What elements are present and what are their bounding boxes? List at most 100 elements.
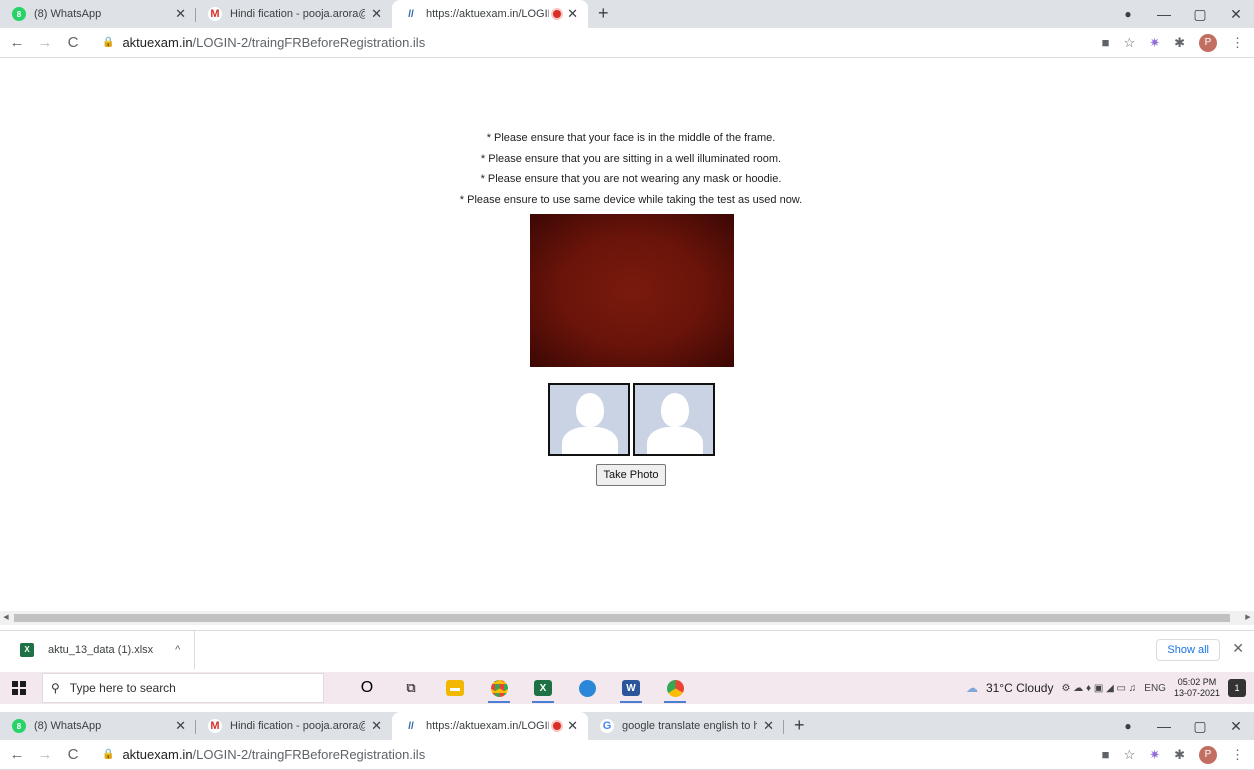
close-icon[interactable]: ✕	[763, 718, 774, 734]
tab-label: (8) WhatsApp	[34, 8, 102, 20]
camera-icon[interactable]: ■	[1102, 747, 1110, 762]
close-icon[interactable]: ✕	[567, 718, 578, 734]
tray-icons[interactable]: ⚙ ☁ ♦ ▣ ◢ ▭ ♫	[1061, 683, 1136, 694]
forward-icon[interactable]: →	[34, 34, 56, 51]
search-placeholder: Type here to search	[69, 681, 176, 695]
close-icon[interactable]: ✕	[567, 6, 578, 22]
gmail-icon: M	[208, 7, 222, 21]
close-icon[interactable]: ✕	[371, 6, 382, 22]
scroll-left-icon[interactable]: ◀	[0, 611, 12, 625]
weather-text[interactable]: 31°C Cloudy	[986, 681, 1054, 695]
chrome-icon[interactable]	[480, 672, 518, 704]
reload-icon[interactable]: C	[62, 746, 84, 763]
cortana-icon[interactable]: O	[348, 672, 386, 704]
system-tray: ☁ 31°C Cloudy ⚙ ☁ ♦ ▣ ◢ ▭ ♫ ENG 05:02 PM…	[966, 677, 1246, 699]
download-file-name: aktu_13_data (1).xlsx	[48, 643, 154, 656]
scroll-right-icon[interactable]: ▶	[1242, 611, 1254, 625]
tab-whatsapp[interactable]: 8 (8) WhatsApp ✕	[0, 712, 196, 740]
browser-toolbar: ■ ☆ ✷ ✱ P ⋮	[1102, 745, 1244, 764]
taskbar-search[interactable]: ⚲ Type here to search	[42, 673, 324, 703]
tab-gmail[interactable]: M Hindi fication - pooja.arora@whe ✕	[196, 712, 392, 740]
tab-label: https://aktuexam.in/LOGIN-2	[426, 720, 549, 732]
menu-kebab-icon[interactable]: ⋮	[1231, 35, 1244, 51]
chrome-menu-icon[interactable]: ●	[1110, 7, 1146, 21]
tab-gmail[interactable]: M Hindi fication - pooja.arora@whe ✕	[196, 0, 392, 28]
close-icon[interactable]: ✕	[1232, 640, 1244, 657]
whatsapp-icon: 8	[12, 719, 26, 733]
chevron-up-icon[interactable]: ^	[175, 644, 180, 656]
extensions-puzzle-icon[interactable]: ✱	[1174, 747, 1185, 763]
lock-icon: 🔒	[102, 37, 115, 48]
site-icon: //	[404, 7, 418, 21]
instructions: * Please ensure that your face is in the…	[0, 128, 1254, 210]
new-tab-button[interactable]: +	[784, 712, 815, 740]
back-icon[interactable]: ←	[6, 746, 28, 763]
clock[interactable]: 05:02 PM 13-07-2021	[1174, 677, 1220, 699]
chrome-icon-2[interactable]	[656, 672, 694, 704]
camera-icon[interactable]: ■	[1102, 35, 1110, 50]
window-controls: ● — ▢ ✕	[1110, 0, 1254, 28]
tab-label: (8) WhatsApp	[34, 720, 102, 732]
avatar-head-icon	[661, 393, 689, 427]
excel-icon[interactable]: X	[524, 672, 562, 704]
url-path: /LOGIN-2/traingFRBeforeRegistration.ils	[192, 747, 426, 762]
minimize-button[interactable]: —	[1146, 6, 1182, 22]
new-tab-button[interactable]: +	[588, 0, 619, 28]
show-all-button[interactable]: Show all	[1156, 639, 1220, 661]
url-field[interactable]: 🔒 aktuexam.in /LOGIN-2/traingFRBeforeReg…	[102, 35, 425, 50]
tab-google-translate[interactable]: G google translate english to hindi ✕	[588, 712, 784, 740]
maximize-button[interactable]: ▢	[1182, 718, 1218, 735]
close-window-button[interactable]: ✕	[1218, 6, 1254, 23]
edge-icon[interactable]	[568, 672, 606, 704]
back-icon[interactable]: ←	[6, 34, 28, 51]
task-view-icon[interactable]: ⧉	[392, 672, 430, 704]
close-icon[interactable]: ✕	[175, 718, 186, 734]
google-icon: G	[600, 719, 614, 733]
reload-icon[interactable]: C	[62, 34, 84, 51]
browser-toolbar: ■ ☆ ✷ ✱ P ⋮	[1102, 33, 1244, 52]
forward-icon[interactable]: →	[34, 746, 56, 763]
url-field[interactable]: 🔒 aktuexam.in /LOGIN-2/traingFRBeforeReg…	[102, 747, 425, 762]
tab-label: Hindi fication - pooja.arora@whe	[230, 8, 365, 20]
horizontal-scrollbar[interactable]: ◀ ▶	[0, 611, 1254, 625]
scrollbar-thumb[interactable]	[14, 614, 1230, 622]
close-icon[interactable]: ✕	[371, 718, 382, 734]
taskbar-apps: O ⧉ ▬ X W	[348, 672, 694, 704]
whatsapp-icon: 8	[12, 7, 26, 21]
taskbar: ⚲ Type here to search O ⧉ ▬ X W ☁ 31°C C…	[0, 672, 1254, 704]
close-window-button[interactable]: ✕	[1218, 718, 1254, 735]
minimize-button[interactable]: —	[1146, 718, 1182, 734]
window-controls: ● — ▢ ✕	[1110, 712, 1254, 740]
tab-whatsapp[interactable]: 8 (8) WhatsApp ✕	[0, 0, 196, 28]
tab-label: Hindi fication - pooja.arora@whe	[230, 720, 365, 732]
take-photo-button[interactable]: Take Photo	[596, 464, 666, 486]
tab-aktuexam[interactable]: // https://aktuexam.in/LOGIN-2 ✕	[392, 0, 588, 28]
windows-start-icon[interactable]	[12, 681, 26, 695]
extensions-puzzle-icon[interactable]: ✱	[1174, 35, 1185, 51]
word-icon[interactable]: W	[612, 672, 650, 704]
lock-icon: 🔒	[102, 749, 115, 760]
page-content: * Please ensure that your face is in the…	[0, 58, 1254, 611]
time: 05:02 PM	[1177, 677, 1217, 687]
close-icon[interactable]: ✕	[175, 6, 186, 22]
instruction-line: * Please ensure that you are not wearing…	[480, 173, 782, 185]
bookmark-star-icon[interactable]: ☆	[1124, 35, 1136, 51]
menu-kebab-icon[interactable]: ⋮	[1231, 747, 1244, 763]
recording-icon	[553, 722, 562, 730]
profile-avatar[interactable]: P	[1199, 745, 1217, 764]
extension-icon[interactable]: ✷	[1149, 747, 1160, 763]
chrome-menu-icon[interactable]: ●	[1110, 719, 1146, 733]
weather-icon: ☁	[965, 681, 978, 695]
bookmark-star-icon[interactable]: ☆	[1124, 747, 1136, 763]
profile-avatar[interactable]: P	[1199, 33, 1217, 52]
avatar-body-icon	[647, 427, 703, 454]
file-explorer-icon[interactable]: ▬	[436, 672, 474, 704]
maximize-button[interactable]: ▢	[1182, 6, 1218, 23]
language-indicator[interactable]: ENG	[1144, 683, 1166, 694]
tab-aktuexam[interactable]: // https://aktuexam.in/LOGIN-2 ✕	[392, 712, 588, 740]
notification-icon[interactable]: 1	[1228, 679, 1246, 697]
extension-icon[interactable]: ✷	[1149, 35, 1160, 51]
download-item[interactable]: X aktu_13_data (1).xlsx ^	[0, 630, 196, 669]
instruction-line: * Please ensure to use same device while…	[459, 193, 803, 206]
site-icon: //	[404, 719, 418, 733]
